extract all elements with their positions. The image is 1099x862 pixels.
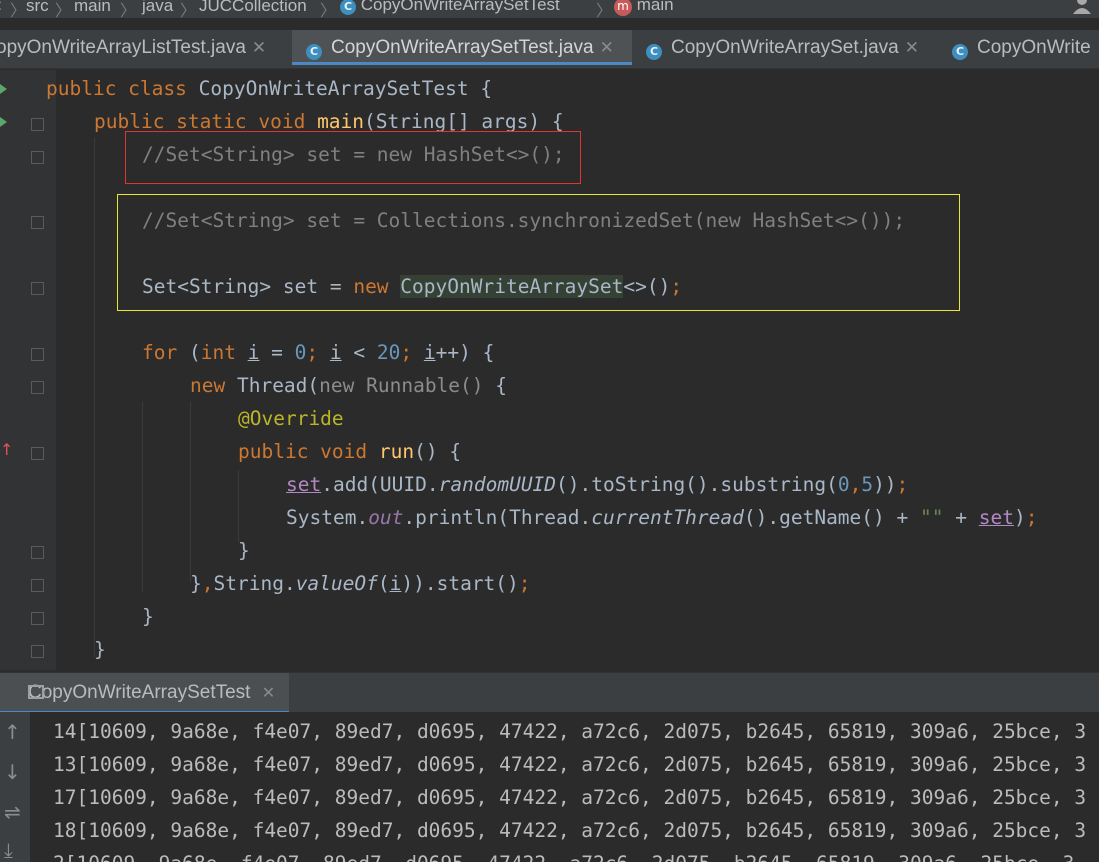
indent-guide bbox=[190, 402, 191, 582]
fold-icon[interactable] bbox=[31, 546, 44, 559]
indent-guide bbox=[238, 470, 239, 542]
code-line-6: for (int i = 0; i < 20; i++) { bbox=[142, 341, 495, 364]
console-line: 18[10609, 9a68e, f4e07, 89ed7, d0695, 47… bbox=[53, 819, 1087, 842]
code-line-15: } bbox=[94, 638, 106, 661]
run-icon[interactable] bbox=[0, 117, 7, 127]
chevron-right-icon: 〉 bbox=[320, 3, 337, 18]
fold-icon[interactable] bbox=[31, 447, 44, 460]
fold-icon[interactable] bbox=[31, 282, 44, 295]
method-icon: m bbox=[614, 0, 632, 16]
breadcrumb-item-package[interactable]: JUCCollection bbox=[199, 0, 307, 16]
code-line-1: public class CopyOnWriteArraySetTest { bbox=[46, 77, 493, 100]
breadcrumb-method-label: main bbox=[636, 0, 674, 14]
soft-wrap-icon[interactable]: ⇌ bbox=[4, 800, 21, 824]
tab-label: CopyOnWrite bbox=[977, 37, 1091, 58]
code-editor[interactable]: ↑ public class CopyOnWriteArraySetTest {… bbox=[0, 70, 1099, 670]
console-icon bbox=[28, 685, 44, 699]
breadcrumb-item-main-folder[interactable]: main bbox=[74, 0, 111, 16]
code-line-14: } bbox=[142, 605, 154, 628]
code-line-12: } bbox=[238, 539, 250, 562]
breadcrumb: : 〉 src 〉 main 〉 java 〉 JUCCollection 〉 … bbox=[0, 0, 1099, 18]
close-icon[interactable]: ✕ bbox=[262, 685, 275, 702]
tab-label: CopyOnWriteArraySetTest.java bbox=[331, 37, 594, 58]
arrow-down-icon[interactable]: ↓ bbox=[4, 760, 21, 784]
class-icon: C bbox=[646, 44, 662, 60]
editor-tab-bar: opyOnWriteArrayListTest.java ✕ C CopyOnWri… bbox=[0, 30, 1099, 69]
scroll-to-end-icon[interactable]: ⤓ bbox=[4, 838, 13, 862]
breadcrumb-item-class[interactable]: C CopyOnWriteArraySetTest bbox=[340, 0, 560, 15]
chevron-right-icon: 〉 bbox=[180, 3, 197, 18]
breadcrumb-class-label: CopyOnWriteArraySetTest bbox=[360, 0, 560, 14]
fold-icon[interactable] bbox=[31, 579, 44, 592]
tab-run-copyonwritearraysettest[interactable]: CopyOnWriteArraySetTest ✕ bbox=[0, 673, 290, 714]
class-icon: C bbox=[952, 44, 968, 60]
red-highlight-box bbox=[125, 131, 581, 184]
close-icon[interactable]: ✕ bbox=[600, 38, 614, 57]
code-line-10: set.add(UUID.randomUUID().toString().sub… bbox=[286, 473, 909, 496]
console-line: 13[10609, 9a68e, f4e07, 89ed7, d0695, 47… bbox=[53, 753, 1087, 776]
close-icon[interactable]: ✕ bbox=[252, 38, 266, 57]
close-icon[interactable]: ✕ bbox=[905, 38, 919, 57]
chevron-right-icon: 〉 bbox=[120, 3, 137, 18]
indent-guide bbox=[94, 138, 95, 658]
run-icon[interactable] bbox=[0, 84, 7, 94]
breadcrumb-item-src[interactable]: src bbox=[26, 0, 49, 16]
fold-icon[interactable] bbox=[31, 348, 44, 361]
class-icon: C bbox=[340, 0, 356, 15]
tab-copyonwritearraysettest[interactable]: C CopyOnWriteArraySetTest.java ✕ bbox=[292, 30, 632, 65]
breadcrumb-item-java[interactable]: java bbox=[142, 0, 173, 16]
arrow-up-icon[interactable]: ↑ bbox=[4, 720, 21, 744]
code-line-11: System.out.println(Thread.currentThread(… bbox=[286, 506, 1038, 529]
run-panel-header: CopyOnWriteArraySetTest ✕ bbox=[0, 672, 1099, 714]
indent-guide bbox=[142, 402, 143, 592]
tab-copyonwritearrayset[interactable]: C CopyOnWriteArraySet.java ✕ bbox=[646, 30, 936, 68]
class-icon: C bbox=[306, 44, 322, 60]
code-line-9: public void run() { bbox=[238, 440, 462, 463]
fold-icon[interactable] bbox=[31, 118, 44, 131]
code-line-7: new Thread(new Runnable() { bbox=[190, 374, 508, 397]
chevron-right-icon: 〉 bbox=[10, 3, 27, 18]
chevron-right-icon: : bbox=[0, 0, 2, 15]
yellow-highlight-box bbox=[117, 194, 960, 311]
code-line-13: },String.valueOf(i)).start(); bbox=[190, 572, 531, 595]
chevron-right-icon: 〉 bbox=[596, 3, 613, 18]
override-marker-icon[interactable]: ↑ bbox=[0, 440, 13, 459]
user-icon[interactable] bbox=[1072, 0, 1092, 14]
run-tab-label: CopyOnWriteArraySetTest bbox=[28, 682, 251, 703]
tab-label: CopyOnWriteArraySet.java bbox=[671, 37, 899, 58]
console-line: 2[10609, 9a68e, f4e07, 89ed7, d0695, 474… bbox=[53, 847, 1074, 862]
console-toolbar: ↑ ↓ ⇌ ⤓ bbox=[0, 712, 30, 862]
fold-icon[interactable] bbox=[31, 612, 44, 625]
tab-label: opyOnWriteArrayListTest.java bbox=[0, 37, 246, 58]
code-line-8: @Override bbox=[238, 407, 344, 430]
console-line: 17[10609, 9a68e, f4e07, 89ed7, d0695, 47… bbox=[53, 786, 1087, 809]
chevron-right-icon: 〉 bbox=[55, 3, 72, 18]
editor-gutter bbox=[0, 70, 56, 670]
fold-icon[interactable] bbox=[31, 151, 44, 164]
breadcrumb-item-method[interactable]: m main bbox=[614, 0, 674, 16]
tab-copyonwrite[interactable]: C CopyOnWrite bbox=[952, 30, 1099, 68]
fold-icon[interactable] bbox=[31, 381, 44, 394]
fold-icon[interactable] bbox=[31, 216, 44, 229]
console-output[interactable]: ↑ ↓ ⇌ ⤓ 14[10609, 9a68e, f4e07, 89ed7, d… bbox=[0, 712, 1099, 862]
console-line: 14[10609, 9a68e, f4e07, 89ed7, d0695, 47… bbox=[53, 720, 1087, 743]
tab-copyonwritearraylisttest[interactable]: opyOnWriteArrayListTest.java ✕ bbox=[0, 30, 286, 68]
fold-icon[interactable] bbox=[31, 645, 44, 658]
